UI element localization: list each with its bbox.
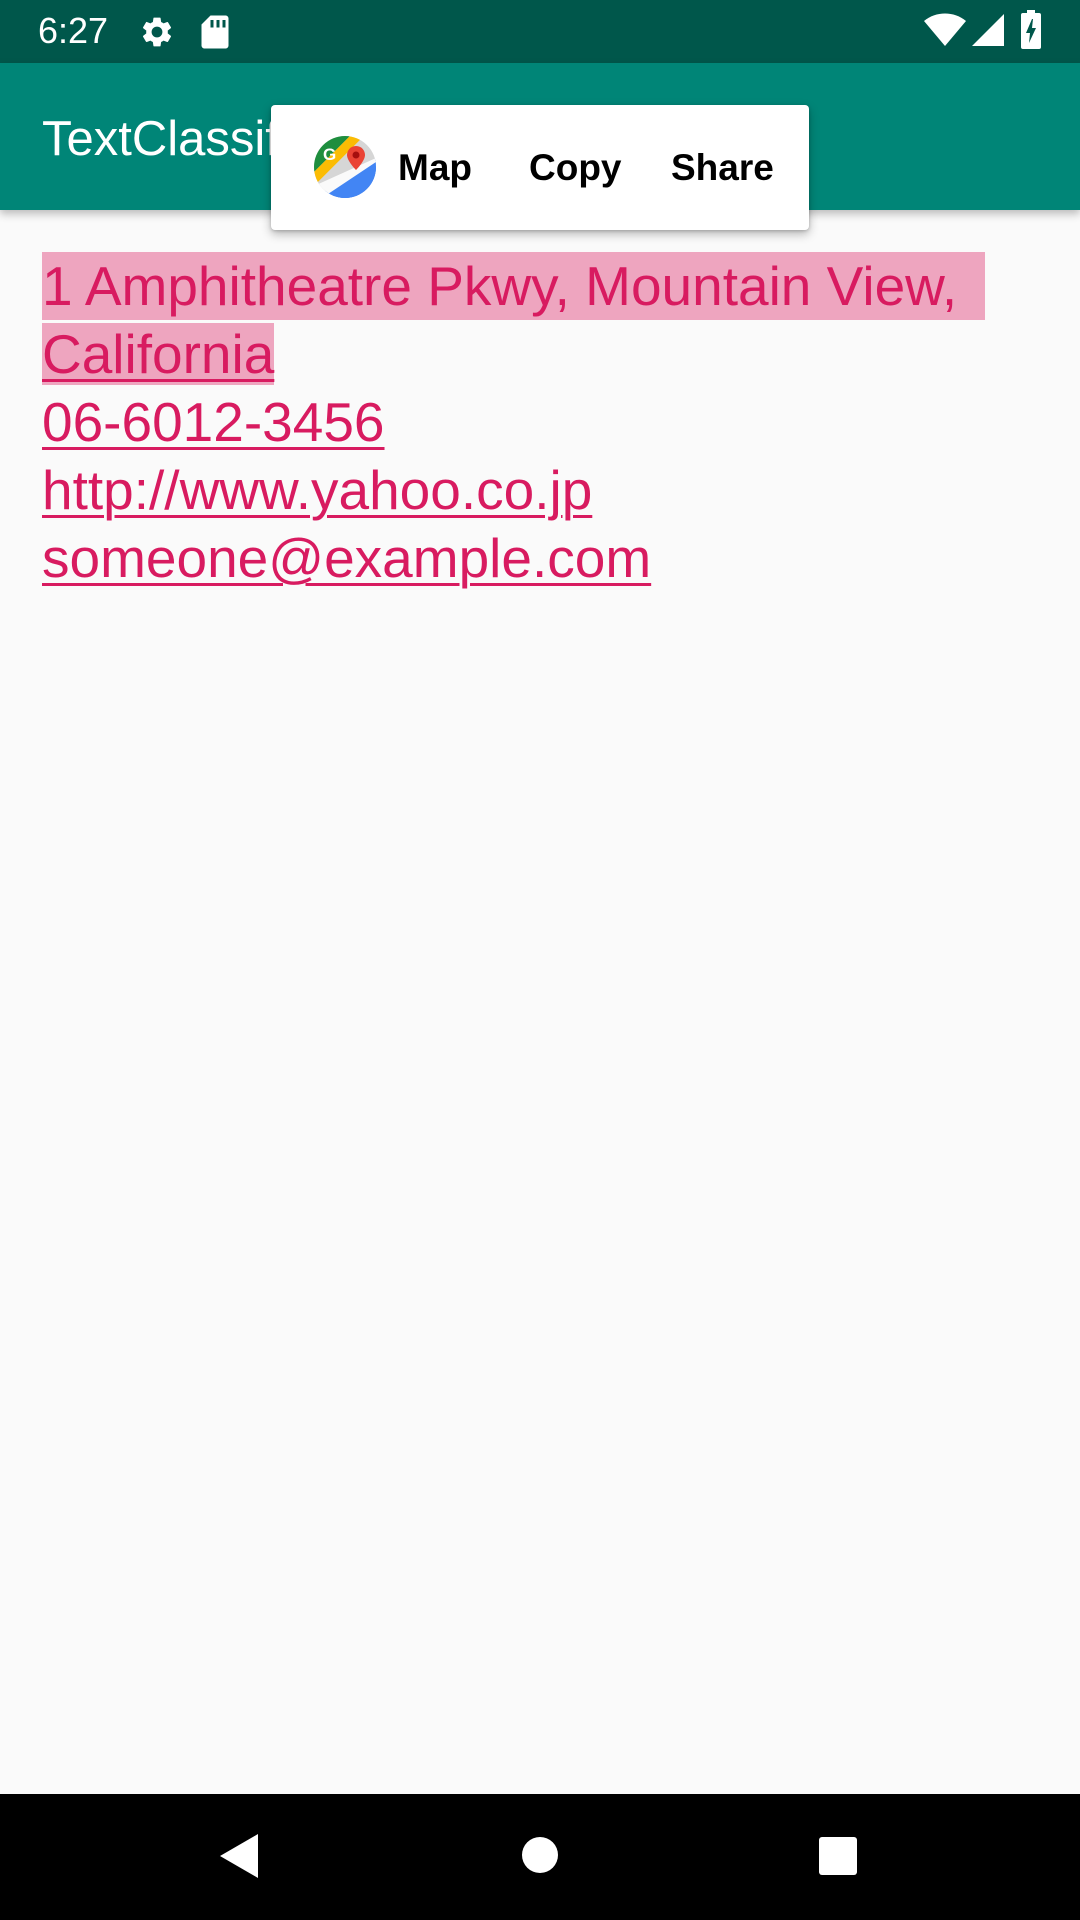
email-link[interactable]: someone@example.com xyxy=(42,524,1042,592)
status-bar: 6:27 xyxy=(0,0,1080,63)
address-link-line1[interactable]: 1 Amphitheatre Pkwy, Mountain View, xyxy=(42,252,1042,320)
text-selection-toolbar: G Map Copy Share xyxy=(271,105,809,230)
battery-charging-icon xyxy=(1021,10,1041,49)
wifi-icon xyxy=(924,13,966,46)
map-action-button[interactable]: Map xyxy=(398,105,472,230)
share-action-button[interactable]: Share xyxy=(671,105,774,230)
gear-icon xyxy=(142,17,172,47)
recents-icon[interactable] xyxy=(818,1836,858,1876)
phone-link[interactable]: 06-6012-3456 xyxy=(42,388,1042,456)
sd-card-icon xyxy=(201,15,229,49)
address-line2-selected[interactable]: California xyxy=(42,323,275,385)
status-time: 6:27 xyxy=(38,10,109,51)
cell-signal-icon xyxy=(972,14,1004,46)
back-icon[interactable] xyxy=(218,1832,258,1880)
svg-text:G: G xyxy=(323,145,336,164)
classified-text[interactable]: 1 Amphitheatre Pkwy, Mountain View, Cali… xyxy=(42,252,1042,592)
google-maps-icon[interactable]: G xyxy=(314,136,376,198)
address-link-line2[interactable]: California xyxy=(42,320,1042,388)
home-icon[interactable] xyxy=(521,1836,559,1874)
url-link[interactable]: http://www.yahoo.co.jp xyxy=(42,456,1042,524)
navigation-bar xyxy=(0,1794,1080,1920)
address-line1-selected[interactable]: 1 Amphitheatre Pkwy, Mountain View, xyxy=(42,252,986,320)
copy-action-button[interactable]: Copy xyxy=(529,105,622,230)
